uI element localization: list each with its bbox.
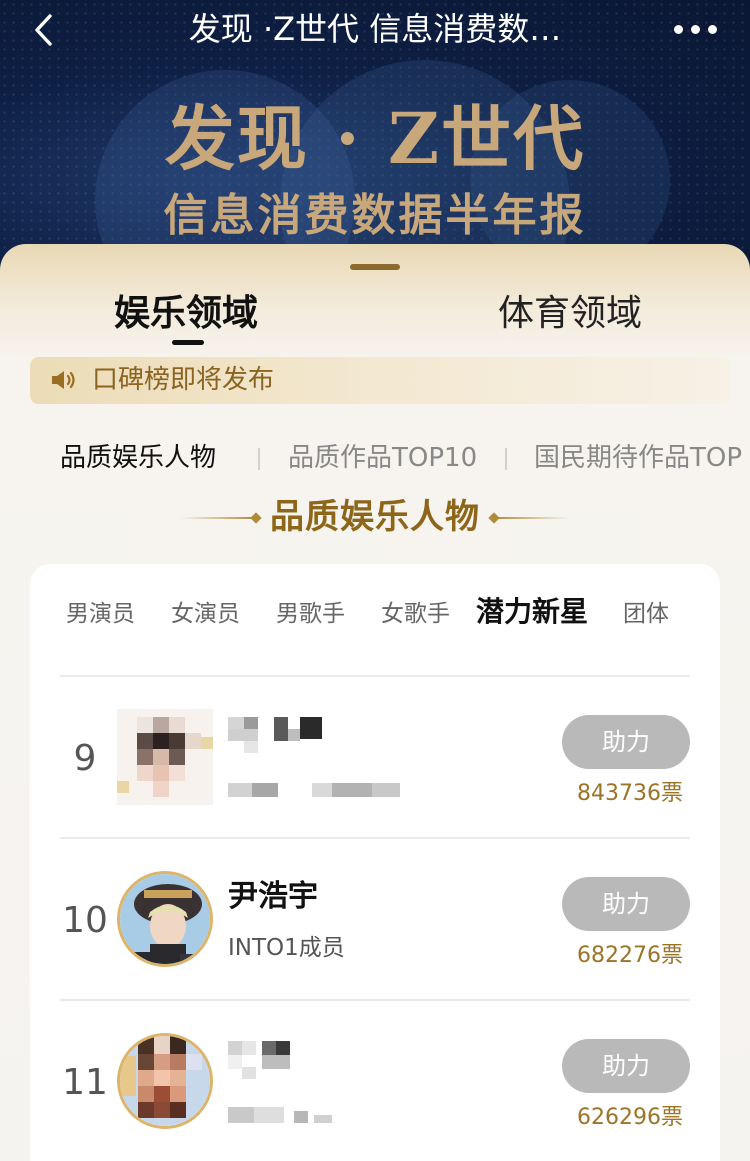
hero-subtitle: 信息消费数据半年报 — [163, 190, 587, 241]
active-tab-indicator — [172, 340, 204, 345]
sheet-handle[interactable] — [350, 264, 400, 270]
page-title: 发现 ·Z世代 信息消费数… — [188, 10, 562, 48]
notice-bar[interactable]: 口碑榜即将发布 — [30, 357, 730, 404]
subtab-bar: 品质娱乐人物 品质作品TOP10 国民期待作品TOP — [0, 434, 750, 482]
boost-button[interactable]: 助力 — [562, 877, 690, 931]
category-male-actor[interactable]: 男演员 — [66, 594, 135, 634]
divider — [505, 448, 507, 470]
subtab-quality-people[interactable]: 品质娱乐人物 — [60, 434, 216, 482]
ranking-row: 11 助力 626296票 — [60, 999, 690, 1161]
ranking-row: 10 尹浩宇 INTO1成员 助力 682276票 — [60, 837, 690, 999]
notice-text: 口碑榜即将发布 — [92, 365, 275, 395]
subtab-quality-works-top10[interactable]: 品质作品TOP10 — [288, 434, 477, 482]
blurred-name — [228, 717, 322, 753]
vote-count: 843736票 — [577, 781, 683, 806]
decor-line — [494, 517, 570, 519]
category-female-singer[interactable]: 女歌手 — [381, 594, 450, 634]
blurred-name — [228, 1041, 290, 1079]
section-header: 品质娱乐人物 — [0, 492, 750, 542]
avatar — [117, 871, 213, 967]
more-dots-icon[interactable] — [672, 20, 720, 40]
rank-number: 10 — [62, 900, 108, 941]
category-female-actor[interactable]: 女演员 — [171, 594, 240, 634]
top-navigation-bar: 发现 ·Z世代 信息消费数… — [0, 0, 750, 60]
boost-button[interactable]: 助力 — [562, 715, 690, 769]
avatar-blurred — [117, 709, 213, 805]
section-title: 品质娱乐人物 — [270, 497, 480, 537]
rank-number: 11 — [62, 1062, 108, 1103]
content-sheet: 娱乐领域 体育领域 口碑榜即将发布 品质娱乐人物 品质作品TOP10 国民期待作… — [0, 244, 750, 1161]
rank-number: 9 — [73, 738, 97, 779]
category-male-singer[interactable]: 男歌手 — [276, 594, 345, 634]
person-subtitle: INTO1成员 — [228, 935, 345, 961]
ranking-card: 男演员 女演员 男歌手 女歌手 潜力新星 团体 9 助力 843736票 10 … — [30, 564, 720, 1161]
chevron-left-icon[interactable] — [26, 10, 66, 50]
divider — [258, 448, 260, 470]
blurred-subtitle — [228, 783, 400, 797]
person-name: 尹浩宇 — [228, 879, 318, 914]
vote-count: 626296票 — [577, 1105, 683, 1130]
blurred-subtitle — [228, 1107, 332, 1123]
subtab-anticipated-works[interactable]: 国民期待作品TOP — [534, 434, 742, 482]
category-group[interactable]: 团体 — [623, 594, 669, 634]
vote-count: 682276票 — [577, 943, 683, 968]
hero-title: 发现 · Z世代 — [164, 97, 586, 180]
boost-button[interactable]: 助力 — [562, 1039, 690, 1093]
tab-sports[interactable]: 体育领域 — [498, 289, 642, 339]
tab-entertainment[interactable]: 娱乐领域 — [114, 289, 258, 339]
decor-line — [180, 517, 256, 519]
ranking-row: 9 助力 843736票 — [60, 675, 690, 837]
category-rising-star[interactable]: 潜力新星 — [476, 592, 588, 632]
avatar-blurred — [117, 1033, 213, 1129]
decor-diamond — [250, 512, 262, 524]
speaker-icon — [52, 371, 75, 389]
